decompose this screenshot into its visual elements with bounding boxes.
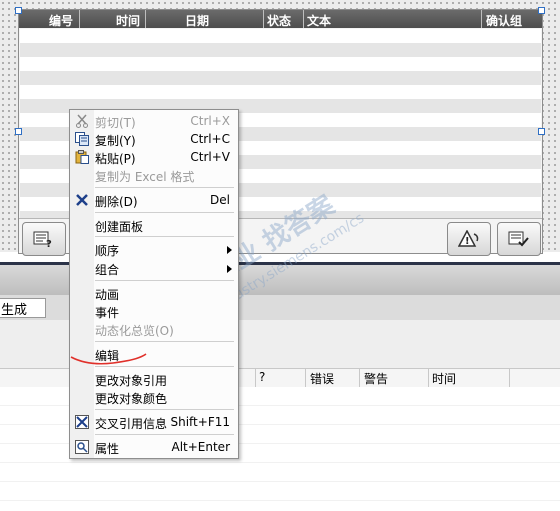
menu-item-delete[interactable]: 删除(D) Del [70, 191, 238, 209]
menu-separator [95, 236, 234, 237]
svg-text:!: ! [465, 236, 470, 247]
acknowledge-list-icon [508, 231, 529, 247]
column-separator [263, 10, 264, 28]
acknowledge-button[interactable] [497, 222, 541, 256]
cross-reference-icon [74, 414, 90, 430]
menu-item-events[interactable]: 事件 [70, 302, 238, 320]
red-underline-annotation [70, 353, 147, 365]
grid-separator [509, 369, 510, 387]
grid-separator [305, 369, 306, 387]
column-separator [303, 10, 304, 28]
column-separator [145, 10, 146, 28]
tab-generate[interactable]: 生成 [0, 298, 46, 318]
column-header-time[interactable]: 时间 [116, 12, 140, 29]
menu-separator [95, 409, 234, 410]
column-separator [79, 10, 80, 28]
menu-item-dynamics-overview[interactable]: 动态化总览(O) [70, 320, 238, 338]
menu-item-animation[interactable]: 动画 [70, 284, 238, 302]
submenu-arrow-icon [227, 265, 232, 273]
grid-separator [359, 369, 360, 387]
selection-handle[interactable] [15, 7, 22, 14]
warning-loop-icon: ! [458, 230, 479, 247]
grid-separator [255, 369, 256, 387]
column-header-ack-group[interactable]: 确认组 [486, 12, 522, 29]
submenu-arrow-icon [227, 246, 232, 254]
scissors-icon [74, 113, 90, 129]
copy-icon [74, 131, 90, 147]
svg-text:?: ? [46, 239, 52, 248]
menu-item-copy[interactable]: 复制(Y) Ctrl+C [70, 130, 238, 148]
menu-item-group[interactable]: 组合 [70, 259, 238, 277]
grid-column-unknown[interactable]: ? [259, 370, 265, 384]
grid-column-errors[interactable]: 错误 [310, 370, 334, 387]
paste-icon [74, 149, 90, 165]
column-header-text[interactable]: 文本 [307, 12, 331, 29]
menu-item-copy-excel[interactable]: 复制为 Excel 格式 [70, 166, 238, 184]
menu-item-create-faceplate[interactable]: 创建面板 [70, 216, 238, 234]
context-menu: 剪切(T) Ctrl+X 复制(Y) Ctrl+C 粘贴(P) Ctrl+V 复… [69, 109, 239, 459]
selection-handle[interactable] [538, 7, 545, 14]
column-header-number[interactable]: 编号 [49, 12, 73, 29]
menu-item-properties[interactable]: 属性 Alt+Enter [70, 438, 238, 456]
grid-separator [428, 369, 429, 387]
grid-column-time[interactable]: 时间 [432, 370, 456, 387]
info-list-icon: ? [33, 231, 52, 248]
grid-column-warnings[interactable]: 警告 [364, 370, 388, 387]
menu-item-change-object-reference[interactable]: 更改对象引用 [70, 370, 238, 388]
alarm-view-header: 编号 时间 日期 状态 文本 确认组 [19, 10, 542, 28]
menu-separator [95, 187, 234, 188]
menu-item-paste[interactable]: 粘贴(P) Ctrl+V [70, 148, 238, 166]
properties-icon [74, 439, 90, 455]
menu-separator [95, 434, 234, 435]
loop-in-alarm-button[interactable]: ! [447, 222, 491, 256]
menu-item-change-object-color[interactable]: 更改对象颜色 [70, 388, 238, 406]
menu-separator [95, 341, 234, 342]
menu-item-cut[interactable]: 剪切(T) Ctrl+X [70, 112, 238, 130]
alarm-info-button[interactable]: ? [22, 222, 66, 256]
menu-item-order[interactable]: 顺序 [70, 240, 238, 258]
column-separator [481, 10, 482, 28]
menu-item-cross-reference[interactable]: 交叉引用信息 Shift+F11 [70, 413, 238, 431]
selection-handle[interactable] [538, 128, 545, 135]
menu-separator [95, 212, 234, 213]
column-header-status[interactable]: 状态 [267, 12, 291, 29]
selection-handle[interactable] [15, 128, 22, 135]
menu-separator [95, 280, 234, 281]
delete-x-icon [74, 192, 90, 208]
column-header-date[interactable]: 日期 [185, 12, 209, 29]
